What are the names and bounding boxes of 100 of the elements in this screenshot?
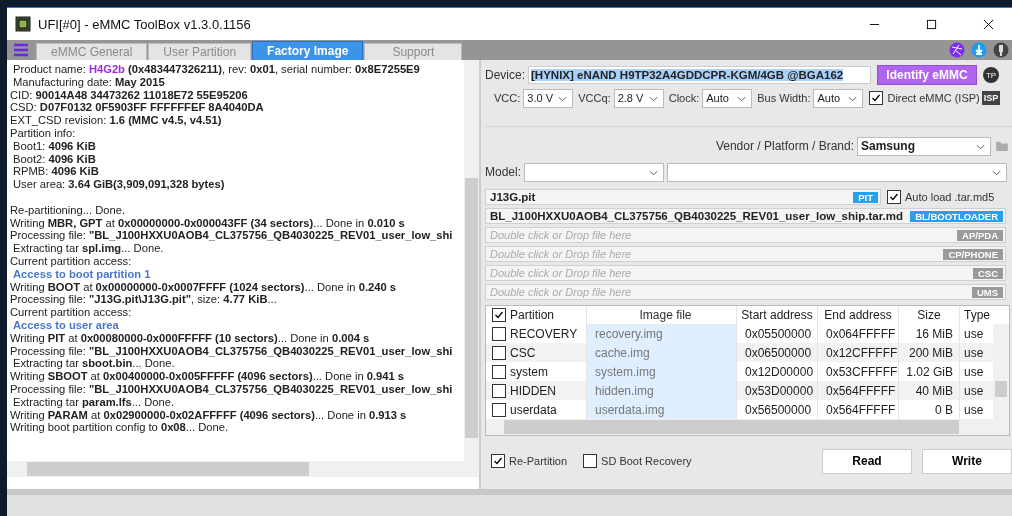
action-button[interactable]: Read (822, 448, 912, 474)
maximize-icon[interactable] (926, 18, 937, 30)
caret-icon[interactable] (649, 169, 659, 176)
table-cell: system.img (587, 362, 737, 381)
caret-icon[interactable] (848, 95, 858, 102)
horizontal-scrollbar[interactable] (486, 419, 1009, 435)
dropdown[interactable]: Auto (813, 88, 864, 108)
power-label: VCCq: (578, 92, 611, 104)
table-cell: 40 MiB (899, 381, 960, 400)
isp-badge: ISP (981, 91, 1001, 105)
caret-icon[interactable] (648, 95, 658, 102)
window-title: UFI[#0] - eMMC ToolBox v1.3.0.1156 (38, 16, 251, 32)
file-type-badge: PIT (853, 191, 878, 203)
vertical-scrollbar[interactable] (464, 60, 479, 461)
column-header[interactable]: Partition (510, 308, 555, 322)
log-heading: Access to user area (12, 318, 119, 332)
power-label: VCC: (494, 92, 521, 104)
table-cell-text: use (963, 382, 985, 400)
table-cell: RECOVERY (510, 326, 578, 341)
file-field[interactable]: J13G.pit PIT (485, 188, 881, 205)
chip-icon (15, 16, 31, 32)
checkbox[interactable] (869, 91, 884, 105)
column-header[interactable]: Type (960, 306, 992, 324)
caret-icon[interactable] (976, 143, 985, 150)
log-line: Manufacturing date: May 2015 (12, 75, 165, 89)
table-cell: 0x06500000 (737, 343, 818, 362)
log-line: Writing boot partition config to 0x08... Done. (10, 421, 229, 435)
log-line: User area: 3.64 GiB(3,909,091,328 bytes) (12, 178, 225, 191)
checkbox[interactable] (492, 383, 506, 398)
horizontal-scrollbar[interactable] (7, 461, 479, 477)
close-icon[interactable] (983, 18, 994, 30)
log-line: CSD: D07F0132 0F5903FF FFFFFFEF 8A4040DA (10, 101, 264, 115)
log-line: Boot1: 4096 KiB (12, 139, 96, 153)
file-type-badge: AP/PDA (957, 229, 1003, 241)
log-line: RPMB: 4096 KiB (12, 165, 99, 179)
column-header[interactable]: End address (818, 306, 899, 324)
file-type-badge: CSC (972, 267, 1003, 279)
log-line: Extracting tar spl.img... Done. (12, 242, 164, 255)
log-line: CID: 90014A48 34473262 11018E72 55E95206 (10, 88, 248, 102)
dropdown[interactable]: 3.0 V (523, 88, 574, 108)
column-header[interactable]: Start address (737, 306, 818, 324)
checkbox[interactable] (583, 454, 598, 468)
log-line: Processing file: "BL_J100HXXU0AOB4_CL375756_QB4030225_REV01_user_low_shi (10, 344, 453, 358)
table-cell: system (510, 364, 548, 379)
checkbox[interactable] (492, 326, 506, 341)
caret-icon[interactable] (737, 95, 747, 102)
menu-icon[interactable] (14, 43, 28, 57)
vendor-dropdown[interactable]: Samsung (857, 136, 991, 156)
log-line: Partition info: (10, 127, 76, 140)
table-cell: CSC (510, 345, 536, 360)
model-dropdown[interactable] (667, 162, 1008, 182)
checkbox[interactable] (492, 402, 506, 417)
log-line: Boot2: 4096 KiB (12, 152, 96, 166)
vendor-label: Vendor / Platform / Brand: (715, 139, 854, 153)
action-button[interactable]: Write (922, 448, 1012, 474)
column-header[interactable]: Size (899, 306, 960, 324)
checkbox[interactable] (887, 189, 901, 204)
log-line: Writing MBR, GPT at 0x00000000-0x000043FF (34 sectors)... Done in 0.010 s (10, 216, 405, 230)
dropdown[interactable]: 2.8 V (613, 88, 664, 108)
checkbox-label: SD Boot Recovery (601, 455, 692, 467)
file-field[interactable]: BL_J100HXXU0AOB4_CL375756_QB4030225_REV01_user_low_ship.tar.md BL/BOOTLOADER (485, 207, 1006, 224)
checkbox[interactable] (492, 364, 506, 379)
log-line: Writing SBOOT at 0x00400000-0x005FFFFF (4096 sectors)... Done in 0.941 s (10, 370, 405, 383)
power-label: Clock: (668, 92, 700, 104)
table-cell: 0x53D00000 (737, 381, 818, 400)
log-line: Writing PIT at 0x00080000-0x000FFFFF (10 sectors)... Done in 0.004 s (10, 331, 370, 345)
caret-icon[interactable] (992, 169, 1002, 176)
log-line: Current partition access: (10, 254, 132, 268)
device-field[interactable]: [HYNIX] eNAND H9TP32A4GDDCPR-KGM/4GB @BGA162 (528, 66, 871, 84)
identify-emmc-button[interactable]: Identify eMMC (877, 65, 977, 85)
table-cell: 0x12CFFFFF (818, 343, 899, 362)
table-cell: 0x564FFFFF (818, 381, 899, 400)
checkbox[interactable] (491, 454, 505, 468)
caret-icon[interactable] (558, 95, 568, 102)
file-type-badge: UMS (971, 286, 1003, 298)
log-line: Current partition access: (10, 306, 132, 319)
log-line: Processing file: "BL_J100HXXU0AOB4_CL375756_QB4030225_REV01_user_low_shi (10, 382, 453, 396)
log-line: Re-partitioning... Done. (10, 203, 126, 217)
tp-badge[interactable]: TP (983, 67, 999, 83)
dropdown[interactable]: Auto (702, 88, 753, 108)
device-label: Device: (485, 68, 525, 82)
vertical-scrollbar[interactable] (993, 324, 1009, 419)
globe-icon[interactable] (949, 42, 965, 58)
table-cell: userdata (510, 402, 557, 417)
model-label: Model: (485, 165, 522, 179)
log-line: Extracting tar sboot.bin... Done. (12, 357, 175, 371)
log-line: EXT_CSD revision: 1.6 (MMC v4.5, v4.51) (10, 114, 222, 127)
table-cell: 200 MiB (899, 343, 960, 362)
table-cell: userdata.img (587, 400, 737, 419)
usb-icon[interactable] (993, 42, 1009, 58)
download-icon[interactable] (971, 42, 987, 58)
table-cell-text: use (963, 325, 985, 343)
checkbox[interactable] (492, 345, 506, 360)
folder-icon[interactable] (996, 141, 1008, 151)
log-line: Product name: H4G2b (0x483447326211), rev: 0x01, serial number: 0x8E7255E9 (12, 63, 420, 76)
model-dropdown[interactable] (524, 162, 665, 182)
file-type-badge: CP/PHONE (943, 248, 1003, 260)
checkbox-label: Re-Partition (509, 455, 568, 467)
checkbox[interactable] (492, 308, 506, 322)
table-cell: recovery.img (587, 324, 737, 343)
